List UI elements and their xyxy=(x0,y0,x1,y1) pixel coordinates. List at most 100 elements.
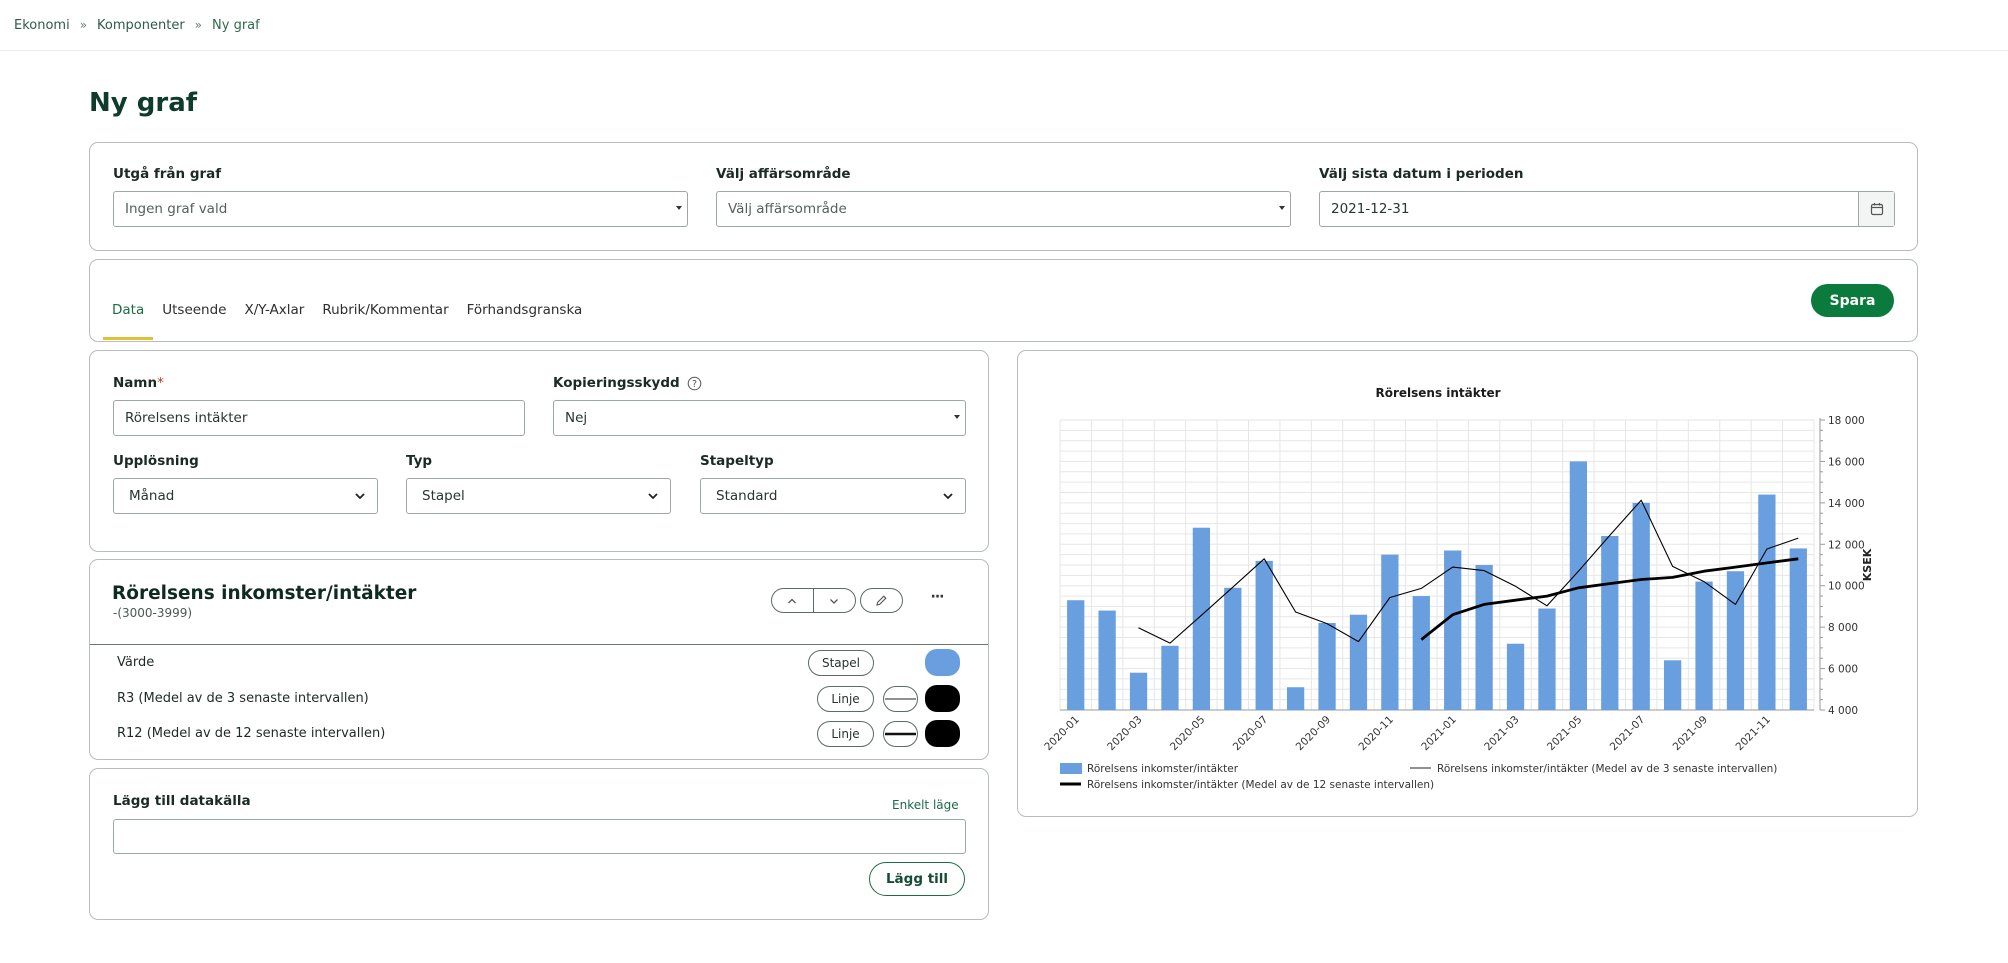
base-graph-select[interactable]: Ingen graf vald xyxy=(113,191,688,227)
chart-bar xyxy=(1381,554,1399,710)
bartype-value: Standard xyxy=(716,488,778,504)
move-buttons-group xyxy=(771,588,856,613)
chart: Rörelsens intäkter 4 000 6 000 8 000 10 000… xyxy=(1042,386,1874,791)
series-row-r3-kind-button[interactable]: Linje xyxy=(817,686,874,712)
series-row-value-color-swatch[interactable] xyxy=(925,649,960,676)
required-mark: * xyxy=(157,375,164,391)
chart-bar xyxy=(1758,494,1776,710)
base-graph-value: Ingen graf vald xyxy=(125,201,228,217)
chart-title: Rörelsens intäkter xyxy=(1375,386,1500,400)
chart-bar xyxy=(1224,587,1242,710)
chart-bar xyxy=(1444,550,1462,710)
chart-y-tick-label: 10 000 xyxy=(1828,581,1865,593)
help-icon[interactable]: ? xyxy=(687,376,702,391)
chart-bar xyxy=(1695,581,1713,710)
name-label: Namn* xyxy=(113,375,164,391)
type-label: Typ xyxy=(406,453,433,469)
legend-label-r12: Rörelsens inkomster/intäkter (Medel av d… xyxy=(1087,779,1434,791)
resolution-select[interactable]: Månad xyxy=(113,478,378,514)
edit-series-button[interactable] xyxy=(860,588,903,613)
chart-x-tick-label: 2021-07 xyxy=(1608,714,1648,754)
breadcrumb-item-ekonomi[interactable]: Ekonomi xyxy=(14,18,70,33)
chart-y-tick-label: 8 000 xyxy=(1828,622,1858,634)
period-end-date-input[interactable]: 2021-12-31 xyxy=(1319,191,1895,227)
chart-bar xyxy=(1349,614,1368,710)
series-row-r3-label: R3 (Medel av de 3 senaste intervallen) xyxy=(117,691,369,706)
name-input[interactable]: Rörelsens intäkter xyxy=(113,400,525,436)
copy-protection-label: Kopieringsskydd ? xyxy=(553,375,702,391)
chart-y-tick-label: 12 000 xyxy=(1828,539,1865,551)
tab-forhandsgranska[interactable]: Förhandsgranska xyxy=(467,280,583,340)
series-row-value-label: Värde xyxy=(117,655,155,670)
chart-bar xyxy=(1789,548,1807,710)
series-row-r12-kind-button[interactable]: Linje xyxy=(817,721,874,747)
chart-y-tick-label: 6 000 xyxy=(1828,664,1858,676)
tab-data[interactable]: Data xyxy=(102,280,154,340)
chart-bar xyxy=(1192,527,1211,710)
breadcrumb: Ekonomi » Komponenter » Ny graf xyxy=(0,0,2008,51)
chart-x-tick-label: 2020-03 xyxy=(1105,714,1145,754)
move-up-button[interactable] xyxy=(772,589,814,612)
chart-y-tick-label: 14 000 xyxy=(1828,498,1865,510)
business-area-label: Välj affärsområde xyxy=(716,166,851,182)
save-button[interactable]: Spara xyxy=(1811,284,1894,317)
period-end-label: Välj sista datum i perioden xyxy=(1319,166,1524,182)
series-divider xyxy=(90,644,988,645)
chart-x-tick-label: 2021-05 xyxy=(1545,714,1585,754)
chart-bar xyxy=(1412,596,1430,710)
business-area-value: Välj affärsområde xyxy=(728,201,847,217)
add-datasource-button[interactable]: Lägg till xyxy=(869,862,965,896)
series-row-r12-color-swatch[interactable] xyxy=(925,720,960,747)
series-row-r12-label: R12 (Medel av de 12 senaste intervallen) xyxy=(117,726,386,741)
chart-x-tick-label: 2021-01 xyxy=(1419,714,1459,754)
chevron-up-icon xyxy=(788,598,797,603)
series-row-r3-color-swatch[interactable] xyxy=(925,685,960,712)
chart-bar xyxy=(1255,560,1273,710)
svg-text:?: ? xyxy=(692,379,697,390)
datasource-input[interactable] xyxy=(113,819,966,854)
series-row-value-kind-button[interactable]: Stapel xyxy=(808,650,874,676)
resolution-label: Upplösning xyxy=(113,453,199,469)
simple-mode-link[interactable]: Enkelt läge xyxy=(892,798,959,812)
breadcrumb-item-komponenter[interactable]: Komponenter xyxy=(97,18,185,33)
copy-protection-select[interactable]: Nej xyxy=(553,400,966,436)
chart-bar xyxy=(1506,643,1525,710)
page-title: Ny graf xyxy=(89,88,198,118)
chart-x-tick-label: 2020-01 xyxy=(1042,714,1082,754)
move-down-button[interactable] xyxy=(814,589,856,612)
tab-bar: Data Utseende X/Y-Axlar Rubrik/Kommentar… xyxy=(102,280,600,340)
legend-label-bars: Rörelsens inkomster/intäkter xyxy=(1087,763,1239,775)
chart-bar xyxy=(1726,571,1745,710)
more-menu-button[interactable]: ··· xyxy=(925,589,949,609)
legend-label-r3: Rörelsens inkomster/intäkter (Medel av d… xyxy=(1437,763,1777,775)
series-row-r12-linestyle-button[interactable] xyxy=(883,721,918,747)
breadcrumb-separator-icon: » xyxy=(79,18,88,32)
chart-x-tick-label: 2020-09 xyxy=(1294,714,1334,754)
breadcrumb-separator-icon: » xyxy=(194,18,203,32)
pencil-icon xyxy=(876,595,887,606)
type-select[interactable]: Stapel xyxy=(406,478,671,514)
chart-bar xyxy=(1286,687,1305,710)
series-account-range: -(3000-3999) xyxy=(113,606,193,620)
breadcrumb-item-current: Ny graf xyxy=(212,17,260,33)
tab-utseende[interactable]: Utseende xyxy=(162,280,226,340)
chart-bar xyxy=(1067,600,1085,710)
caret-down-icon xyxy=(676,206,682,210)
chart-bar xyxy=(1632,502,1650,710)
series-row-r3-linestyle-button[interactable] xyxy=(883,686,918,712)
chart-bar xyxy=(1318,623,1336,710)
chart-bar xyxy=(1663,660,1682,710)
chart-x-tick-label: 2021-11 xyxy=(1733,714,1773,754)
chart-bar xyxy=(1601,536,1619,710)
tab-rubrik[interactable]: Rubrik/Kommentar xyxy=(322,280,448,340)
resolution-value: Månad xyxy=(129,488,175,504)
chart-bar xyxy=(1098,610,1116,710)
name-label-text: Namn xyxy=(113,375,158,391)
calendar-button[interactable] xyxy=(1858,192,1894,226)
bartype-select[interactable]: Standard xyxy=(700,478,966,514)
caret-down-icon xyxy=(1279,206,1285,210)
business-area-select[interactable]: Välj affärsområde xyxy=(716,191,1291,227)
chevron-down-icon xyxy=(355,493,365,500)
name-input-value: Rörelsens intäkter xyxy=(125,410,248,426)
tab-axlar[interactable]: X/Y-Axlar xyxy=(245,280,305,340)
